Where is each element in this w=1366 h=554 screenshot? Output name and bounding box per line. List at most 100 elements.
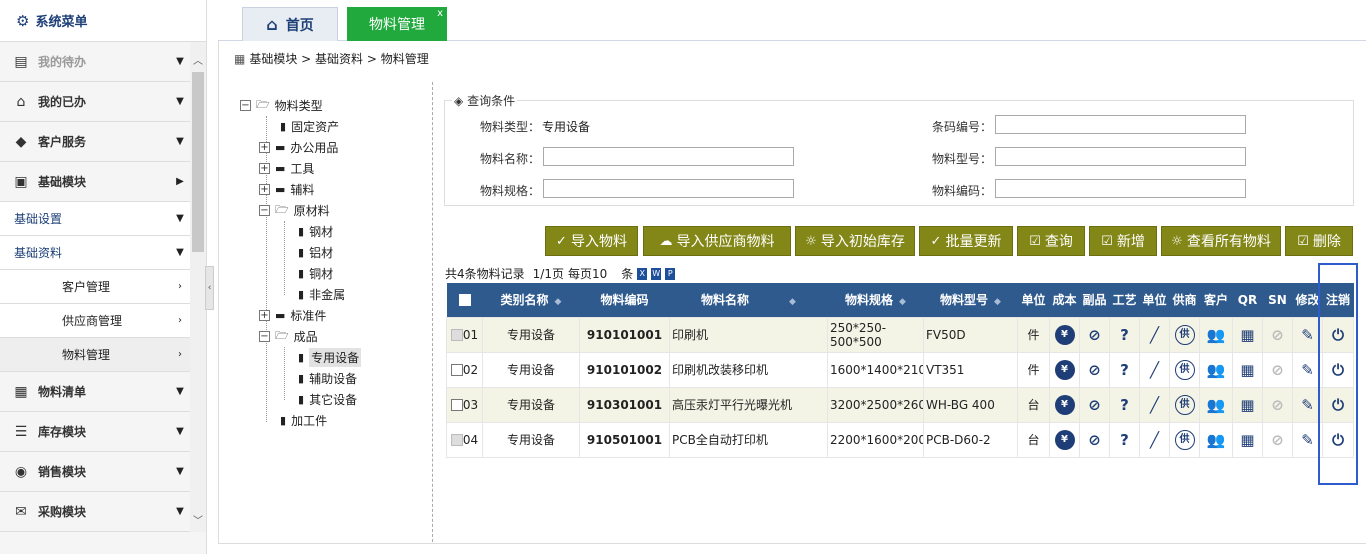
- tree-node-accessories[interactable]: + ▬ 辅料: [259, 179, 314, 199]
- sidebar-item-customer-mgmt[interactable]: 客户管理 ›: [0, 270, 190, 304]
- cost-cell[interactable]: ¥: [1049, 316, 1080, 353]
- sidebar-item-sales[interactable]: ◉ 销售模块 ▼: [0, 452, 190, 492]
- scroll-thumb[interactable]: [192, 72, 204, 252]
- power-icon[interactable]: ⏻: [1332, 396, 1344, 414]
- cost-cell[interactable]: ¥: [1049, 386, 1080, 423]
- edit-cell[interactable]: ✎: [1292, 386, 1323, 423]
- tree-node-auxiliary-equipment[interactable]: ▮ 辅助设备: [298, 368, 357, 388]
- users-icon[interactable]: 👥: [1207, 361, 1226, 379]
- unit-conversion-cell[interactable]: ╱: [1139, 421, 1170, 458]
- row-checkbox[interactable]: [450, 329, 463, 341]
- tree-node-steel[interactable]: ▮ 钢材: [298, 221, 333, 241]
- supplier-cell[interactable]: 供: [1169, 316, 1200, 353]
- sidebar-item-customer-service[interactable]: ◆ 客户服务 ▼: [0, 122, 190, 162]
- supplier-cell[interactable]: 供: [1169, 351, 1200, 388]
- collapse-icon[interactable]: −: [259, 330, 270, 342]
- process-cell[interactable]: ?: [1109, 316, 1140, 353]
- export-pdf-icon[interactable]: P: [665, 267, 676, 280]
- qr-cell[interactable]: ▦: [1232, 421, 1263, 458]
- tab-material-management[interactable]: 物料管理 x: [347, 7, 447, 41]
- cost-cell[interactable]: ¥: [1049, 421, 1080, 458]
- tree-node-standard-parts[interactable]: + ▬ 标准件: [259, 305, 326, 325]
- process-cell[interactable]: ?: [1109, 386, 1140, 423]
- supplier-icon[interactable]: 供: [1174, 324, 1195, 345]
- row-select-cell[interactable]: 03: [446, 386, 483, 423]
- paperclip-icon[interactable]: ⊘: [1088, 361, 1101, 379]
- tree-node-nonmetal[interactable]: ▮ 非金属: [298, 284, 345, 304]
- money-bag-icon[interactable]: ¥: [1054, 429, 1075, 450]
- material-spec-input[interactable]: [543, 179, 794, 198]
- paperclip-icon[interactable]: ⊘: [1088, 326, 1101, 344]
- material-name-input[interactable]: [543, 147, 794, 166]
- column-header[interactable]: 物料编码: [579, 283, 670, 317]
- export-word-icon[interactable]: W: [651, 267, 662, 280]
- money-bag-icon[interactable]: ¥: [1054, 324, 1075, 345]
- cost-cell[interactable]: ¥: [1049, 351, 1080, 388]
- tree-node-office-supplies[interactable]: + ▬ 办公用品: [259, 137, 338, 157]
- cancel-cell[interactable]: ⏻: [1322, 316, 1354, 353]
- sidebar-item-base-module[interactable]: ▣ 基础模块 ▶: [0, 162, 190, 202]
- supplier-cell[interactable]: 供: [1169, 386, 1200, 423]
- qr-cell[interactable]: ▦: [1232, 351, 1263, 388]
- column-header[interactable]: 物料型号 ◆: [923, 283, 1018, 317]
- tree-node-fixed-assets[interactable]: ▮ 固定资产: [280, 116, 339, 136]
- ruler-icon[interactable]: ╱: [1150, 396, 1159, 414]
- process-cell[interactable]: ?: [1109, 351, 1140, 388]
- ruler-icon[interactable]: ╱: [1150, 361, 1159, 379]
- qr-code-icon[interactable]: ▦: [1240, 326, 1254, 344]
- sidebar-item-supplier-mgmt[interactable]: 供应商管理 ›: [0, 304, 190, 338]
- sidebar-item-base-settings[interactable]: 基础设置 ▼: [0, 202, 190, 236]
- edit-icon[interactable]: ✎: [1301, 361, 1314, 379]
- sort-icon[interactable]: ◆: [994, 297, 1001, 307]
- expand-icon[interactable]: +: [259, 141, 270, 153]
- supplier-cell[interactable]: 供: [1169, 421, 1200, 458]
- tree-node-other-equipment[interactable]: ▮ 其它设备: [298, 389, 357, 409]
- sidebar-item-purchase[interactable]: ✉ 采购模块 ▼: [0, 492, 190, 532]
- expand-icon[interactable]: +: [259, 309, 270, 321]
- supplier-icon[interactable]: 供: [1174, 429, 1195, 450]
- tree-node-aluminum[interactable]: ▮ 铝材: [298, 242, 333, 262]
- attachment-cell[interactable]: ⊘: [1079, 351, 1110, 388]
- power-icon[interactable]: ⏻: [1332, 326, 1344, 344]
- unit-conversion-cell[interactable]: ╱: [1139, 386, 1170, 423]
- material-model-input[interactable]: [995, 147, 1246, 166]
- close-icon[interactable]: x: [437, 8, 443, 19]
- tree-node-raw-materials[interactable]: − 🗁 原材料: [259, 200, 330, 220]
- cancel-cell[interactable]: ⏻: [1322, 351, 1354, 388]
- paperclip-icon[interactable]: ⊘: [1088, 396, 1101, 414]
- row-select-cell[interactable]: 01: [446, 316, 483, 353]
- question-icon[interactable]: ?: [1120, 396, 1129, 414]
- delete-button[interactable]: ☑ 删除: [1285, 226, 1353, 256]
- expand-icon[interactable]: +: [259, 162, 270, 174]
- cancel-cell[interactable]: ⏻: [1322, 386, 1354, 423]
- tab-home[interactable]: ⌂ 首页: [242, 7, 338, 41]
- edit-cell[interactable]: ✎: [1292, 421, 1323, 458]
- supplier-icon[interactable]: 供: [1174, 359, 1195, 380]
- unit-conversion-cell[interactable]: ╱: [1139, 316, 1170, 353]
- column-header[interactable]: 类别名称 ◆: [482, 283, 580, 317]
- row-select-cell[interactable]: 02: [446, 351, 483, 388]
- collapse-icon[interactable]: −: [240, 99, 251, 111]
- table-row[interactable]: 01 专用设备 910101001 印刷机 250*250-500*500 FV50D 件 ¥…: [446, 316, 1354, 353]
- import-initial-stock-button[interactable]: ☼ 导入初始库存: [795, 226, 915, 256]
- import-supplier-material-button[interactable]: ☁ 导入供应商物料: [643, 226, 791, 256]
- supplier-icon[interactable]: 供: [1174, 394, 1195, 415]
- scroll-down-icon[interactable]: ﹀: [190, 512, 206, 527]
- sidebar-item-done[interactable]: ⌂ 我的已办 ▼: [0, 82, 190, 122]
- power-icon[interactable]: ⏻: [1332, 431, 1344, 449]
- sidebar-collapse-handle[interactable]: ‹: [205, 266, 214, 310]
- column-header[interactable]: 物料规格 ◆: [827, 283, 924, 317]
- question-icon[interactable]: ?: [1120, 326, 1129, 344]
- paperclip-icon[interactable]: ⊘: [1088, 431, 1101, 449]
- attachment-cell[interactable]: ⊘: [1079, 316, 1110, 353]
- sidebar-item-inventory[interactable]: ☰ 库存模块 ▼: [0, 412, 190, 452]
- customer-cell[interactable]: 👥: [1199, 351, 1233, 388]
- power-icon[interactable]: ⏻: [1332, 361, 1344, 379]
- attachment-cell[interactable]: ⊘: [1079, 421, 1110, 458]
- qr-code-icon[interactable]: ▦: [1240, 361, 1254, 379]
- qr-code-icon[interactable]: ▦: [1240, 431, 1254, 449]
- table-row[interactable]: 03 专用设备 910301001 高压汞灯平行光曝光机 3200*2500*2600 W…: [446, 386, 1354, 423]
- cancel-cell[interactable]: ⏻: [1322, 421, 1354, 458]
- qr-cell[interactable]: ▦: [1232, 316, 1263, 353]
- material-code-input[interactable]: [995, 179, 1246, 198]
